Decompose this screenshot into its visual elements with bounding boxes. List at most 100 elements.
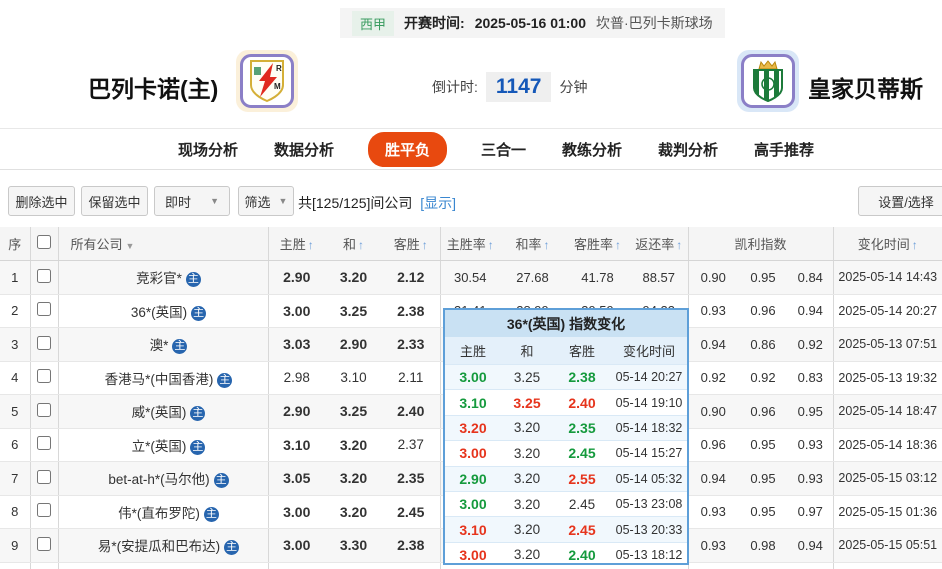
company-name[interactable]: 竞彩官* 主 (58, 260, 269, 295)
select-all-checkbox[interactable] (37, 235, 51, 249)
tab-item[interactable]: 裁判分析 (656, 133, 720, 166)
draw-rate: 27.68 (500, 260, 565, 295)
popup-row: 3.20 3.20 2.35 05-14 18:32 (445, 414, 687, 441)
kickoff-label: 开赛时间: (404, 15, 465, 31)
kelly-away: 0.95 (788, 394, 834, 429)
home-indicator-badge: 主 (190, 406, 206, 422)
index-header: 序 (0, 227, 31, 261)
kelly-home: 0.92 (688, 361, 738, 395)
tab-item[interactable]: 数据分析 (272, 133, 336, 166)
popup-draw-odds: 3.20 (501, 440, 553, 467)
popup-draw-odds: 3.20 (501, 465, 553, 492)
row-checkbox[interactable] (37, 402, 51, 417)
popup-away-win-odds: 2.55 (553, 465, 611, 492)
kelly-draw: 0.98 (738, 528, 788, 563)
row-select-cell (30, 528, 59, 563)
change-time: 2025-05-14 18:47 (833, 394, 942, 429)
company-name[interactable]: bet-at-h*(马尔他) 主 (58, 461, 269, 496)
change-time-header[interactable]: 变化时间 ↑ (833, 227, 942, 261)
row-checkbox[interactable] (37, 268, 51, 283)
company-header[interactable]: 所有公司 ▼ (58, 227, 269, 261)
company-name[interactable]: Interwet*(塞浦路斯)主 (58, 562, 269, 569)
company-name[interactable]: 香港马*(中国香港) 主 (58, 361, 269, 395)
draw-header[interactable]: 和 ↑ (325, 227, 382, 261)
company-name[interactable]: 伟*(直布罗陀) 主 (58, 495, 269, 529)
popup-row: 3.00 3.25 2.38 05-14 20:27 (445, 363, 687, 390)
kickoff-time: 2025-05-16 01:00 (474, 15, 586, 31)
home-indicator-badge: 主 (217, 372, 233, 388)
popup-change-time: 05-14 18:32 (611, 414, 687, 441)
company-name[interactable]: 易*(安提瓜和巴布达) 主 (58, 528, 269, 563)
tab-item[interactable]: 教练分析 (560, 133, 624, 166)
change-time: 2025-05-15 03:23 (833, 562, 942, 569)
tab-item[interactable]: 三合一 (479, 133, 528, 166)
popup-home-win-odds: 3.00 (445, 363, 501, 390)
company-name[interactable]: 36*(英国) 主 (58, 294, 269, 328)
home-indicator-badge: 主 (203, 506, 219, 522)
tab-item[interactable]: 胜平负 (367, 131, 447, 167)
popup-draw-odds: 3.20 (501, 490, 553, 517)
kelly-away: 0.95 (788, 562, 834, 569)
league-badge: 西甲 (352, 10, 395, 36)
table-toolbar: 删除选中 保留选中 即时 ▼ 筛选 ▼ 共[125/125]间公司 [显示] 设… (0, 186, 942, 216)
row-checkbox[interactable] (37, 335, 51, 350)
sort-up-icon: ↑ (543, 238, 550, 252)
popup-home-win-odds: 3.00 (445, 440, 501, 467)
kelly-home: 0.96 (688, 428, 738, 462)
home-rate-header[interactable]: 主胜率 ↑ (440, 227, 500, 261)
kelly-draw: 0.86 (738, 327, 788, 362)
company-name[interactable]: 立*(英国) 主 (58, 428, 269, 462)
popup-row: 3.10 3.20 2.45 05-13 20:33 (445, 516, 687, 543)
countdown: 倒计时: 1147 分钟 (432, 72, 587, 102)
settings-button[interactable]: 设置/选择 (858, 186, 942, 216)
tab-item[interactable]: 现场分析 (176, 133, 240, 166)
tab-item[interactable]: 高手推荐 (752, 133, 816, 166)
sort-up-icon: ↑ (358, 238, 364, 252)
company-name[interactable]: 澳* 主 (58, 327, 269, 362)
home-team-name: 巴列卡诺(主) (88, 76, 219, 102)
row-checkbox[interactable] (37, 503, 51, 518)
company-count: 共[125/125]间公司 [显示] (298, 195, 457, 211)
delete-selected-button[interactable]: 删除选中 (8, 186, 75, 216)
popup-row: 3.10 3.25 2.40 05-14 19:10 (445, 389, 687, 416)
popup-change-time: 05-13 23:08 (611, 490, 687, 517)
away-rate-header[interactable]: 客胜率 ↑ (565, 227, 630, 261)
live-odds-dropdown[interactable]: 即时 ▼ (154, 186, 230, 216)
row-checkbox[interactable] (37, 469, 51, 484)
row-checkbox[interactable] (37, 436, 51, 451)
row-checkbox[interactable] (37, 369, 51, 384)
draw-odds: 3.25 (325, 294, 382, 328)
sort-up-icon: ↑ (676, 238, 683, 252)
popup-draw-odds: 3.25 (501, 363, 553, 390)
away-team-logo (737, 50, 799, 112)
draw-odds: 3.10 (325, 361, 382, 395)
match-meta-bar: 西甲 开赛时间: 2025-05-16 01:00 坎普·巴列卡斯球场 (340, 8, 725, 38)
row-checkbox[interactable] (37, 302, 51, 317)
odds-change-popup: 36*(英国) 指数变化 主胜 和 客胜 变化时间 3.00 3.25 2.38 (443, 308, 689, 565)
filter-dropdown[interactable]: 筛选 ▼ (238, 186, 294, 216)
kelly-away: 0.84 (788, 260, 834, 295)
draw-rate-header[interactable]: 和率 ↑ (500, 227, 565, 261)
away-win-header[interactable]: 客胜 ↑ (382, 227, 441, 261)
away-win-odds: 2.35 (382, 461, 441, 496)
svg-text:R: R (276, 64, 282, 73)
company-name[interactable]: 威*(英国) 主 (58, 394, 269, 429)
venue-label: 坎普·巴列卡斯球场 (596, 15, 713, 31)
change-time: 2025-05-15 01:36 (833, 495, 942, 529)
home-win-header[interactable]: 主胜 ↑ (268, 227, 325, 261)
away-win-odds: 2.37 (382, 428, 441, 462)
away-win-odds: 2.40 (382, 394, 441, 429)
home-win-odds: 2.90 (268, 260, 325, 295)
row-checkbox[interactable] (37, 536, 51, 551)
show-link[interactable]: [显示] (420, 195, 456, 211)
popup-away-win-odds: 2.40 (553, 541, 611, 563)
row-index: 8 (0, 495, 31, 529)
draw-odds: 3.20 (325, 428, 382, 462)
draw-odds: 3.25 (325, 562, 382, 569)
keep-selected-button[interactable]: 保留选中 (81, 186, 148, 216)
row-index: 1 (0, 260, 31, 295)
table-row: 1 竞彩官* 主 2.90 3.20 2.12 30.54 27.68 41.78… (0, 260, 942, 295)
kelly-draw: 0.95 (738, 461, 788, 496)
return-rate-header[interactable]: 返还率 ↑ (630, 227, 689, 261)
popup-row: 3.00 3.20 2.40 05-13 18:12 (445, 541, 687, 563)
